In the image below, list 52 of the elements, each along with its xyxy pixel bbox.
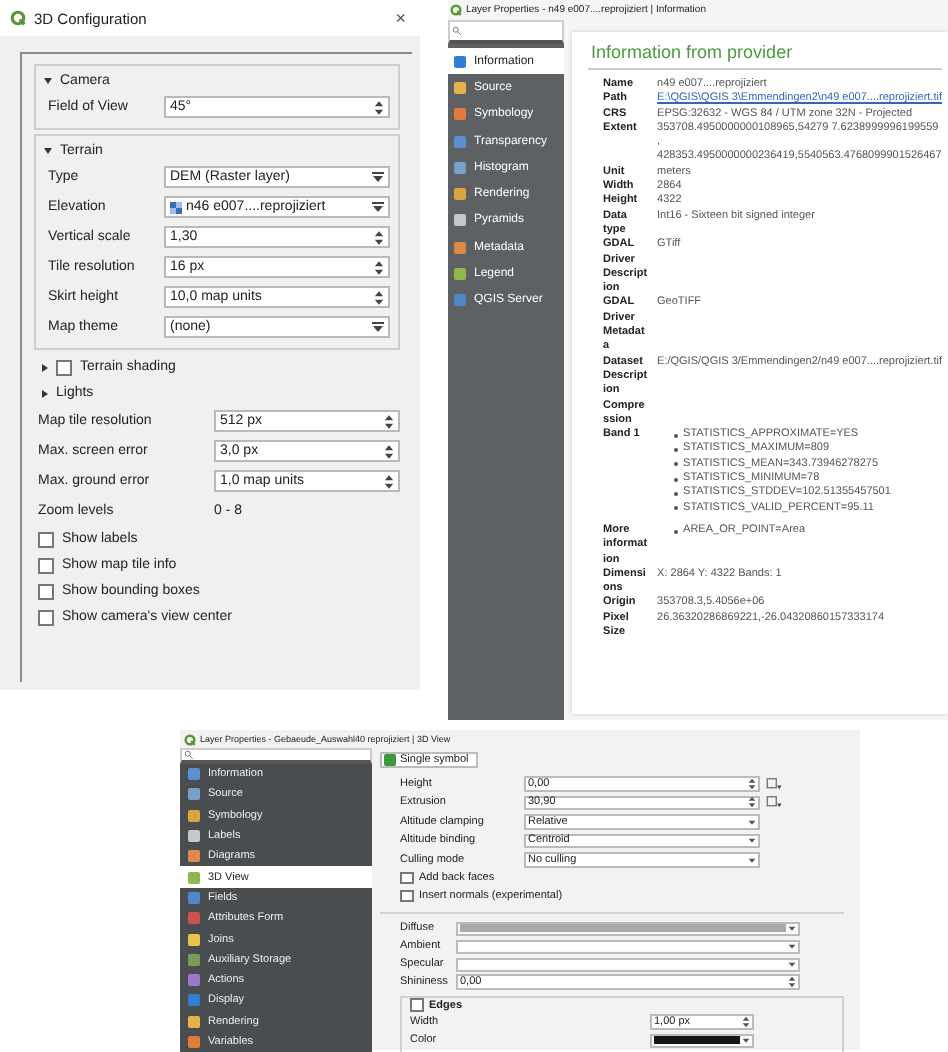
bullet-icon xyxy=(673,462,678,467)
bullet-icon xyxy=(673,448,678,453)
bullet-icon xyxy=(673,491,678,496)
color-button[interactable] xyxy=(650,1033,754,1047)
checkbox[interactable] xyxy=(38,557,54,573)
item-icon xyxy=(454,241,466,254)
spin-arrows-icon[interactable] xyxy=(374,259,384,275)
symbol-icon xyxy=(384,754,396,766)
checkbox[interactable] xyxy=(56,359,72,375)
close-button[interactable]: × xyxy=(391,8,410,28)
spin-arrows-icon[interactable] xyxy=(384,413,394,429)
checkbox[interactable] xyxy=(410,998,423,1012)
search-field[interactable] xyxy=(180,748,372,764)
logo-icon xyxy=(184,733,196,745)
checkbox[interactable] xyxy=(400,871,413,885)
caret-icon[interactable] xyxy=(372,321,384,333)
spin-arrows-icon[interactable] xyxy=(384,473,394,489)
spin-arrows-icon[interactable] xyxy=(742,1016,750,1028)
item-icon xyxy=(454,108,466,121)
bullet-icon xyxy=(673,506,678,511)
caret-icon[interactable] xyxy=(372,201,384,213)
checkbox[interactable] xyxy=(38,583,54,599)
color-button[interactable] xyxy=(456,939,800,953)
color-button[interactable] xyxy=(456,921,800,935)
spin-arrows-icon[interactable] xyxy=(374,99,384,115)
search-field[interactable] xyxy=(448,20,564,44)
raster-layer-icon xyxy=(170,201,182,213)
bullet-icon xyxy=(673,529,678,534)
caret-icon[interactable] xyxy=(372,171,384,183)
spin-arrows-icon[interactable] xyxy=(748,777,756,790)
logo-icon xyxy=(450,4,462,16)
expand-icon[interactable] xyxy=(44,148,52,154)
search-icon xyxy=(452,26,462,36)
bullet-icon xyxy=(673,477,678,482)
color-button[interactable] xyxy=(456,957,800,971)
spin-arrows-icon[interactable] xyxy=(384,443,394,459)
checkbox[interactable] xyxy=(400,889,413,903)
expand-icon[interactable] xyxy=(42,363,48,371)
data-defined-icon[interactable] xyxy=(766,777,782,790)
spin-arrows-icon[interactable] xyxy=(748,796,756,809)
spin-arrows-icon[interactable] xyxy=(374,229,384,245)
expand-icon[interactable] xyxy=(42,389,48,397)
expand-icon[interactable] xyxy=(44,78,52,84)
spin-arrows-icon[interactable] xyxy=(788,976,796,988)
bullet-icon xyxy=(673,433,678,438)
section-heading: Information from provider xyxy=(587,32,942,70)
spin-arrows-icon[interactable] xyxy=(374,289,384,305)
data-defined-icon[interactable] xyxy=(766,796,782,809)
checkbox[interactable] xyxy=(38,531,54,547)
search-icon xyxy=(184,750,194,760)
checkbox[interactable] xyxy=(38,609,54,625)
logo-icon xyxy=(10,10,26,26)
